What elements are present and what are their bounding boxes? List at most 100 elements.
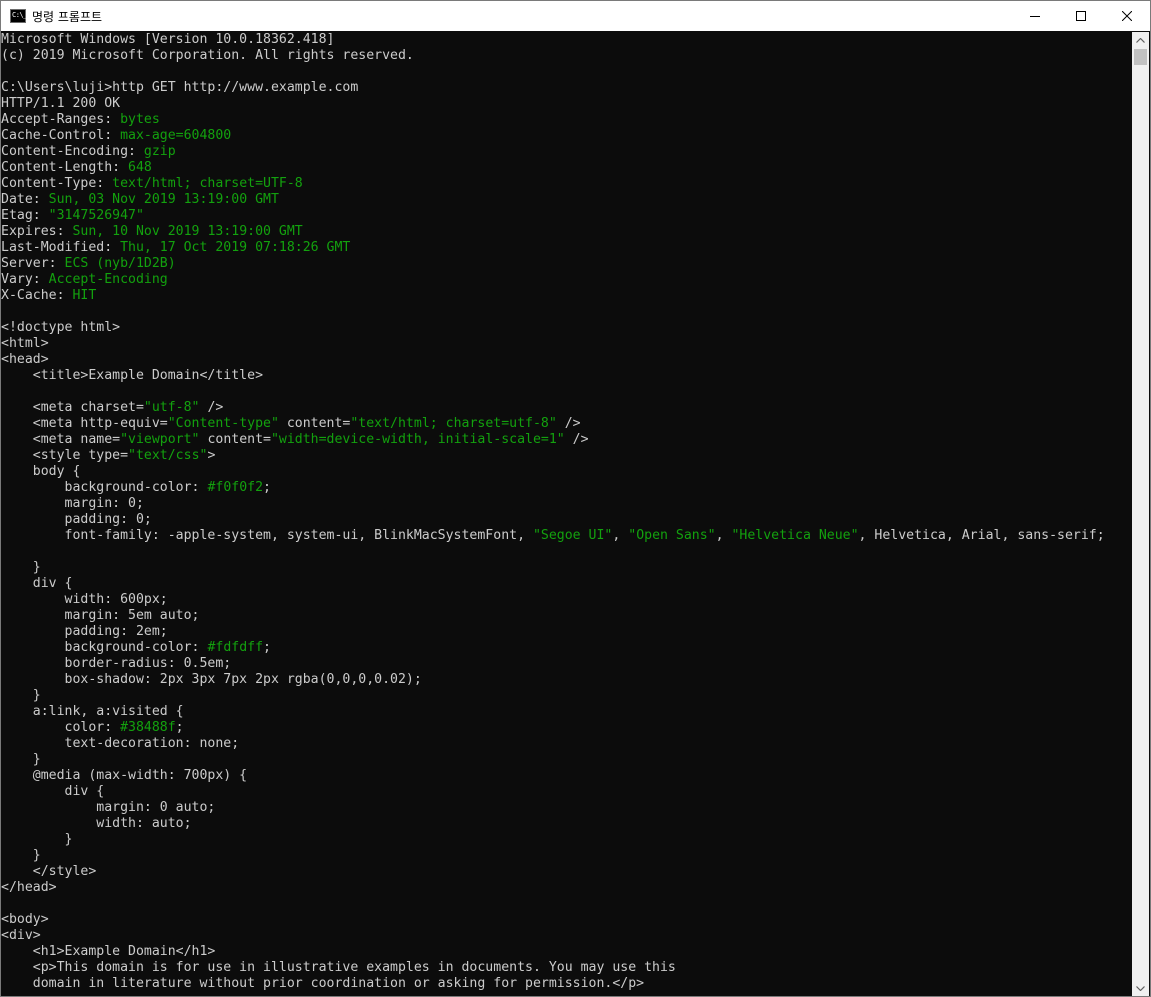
console-line: <body> bbox=[1, 912, 1133, 928]
scroll-up-button[interactable] bbox=[1132, 32, 1149, 49]
console-text: Cache-Control: bbox=[1, 128, 121, 143]
scroll-up-arrow-icon bbox=[1136, 38, 1145, 43]
console-text: } bbox=[1, 832, 73, 847]
console-text: </head> bbox=[1, 880, 57, 895]
console-line: </head> bbox=[1, 880, 1133, 896]
console-line: Etag: "3147526947" bbox=[1, 208, 1133, 224]
console-text: Server: bbox=[1, 256, 65, 271]
console-value-text: HIT bbox=[72, 288, 97, 303]
console-line: width: 600px; bbox=[1, 592, 1133, 608]
console-line: width: auto; bbox=[1, 816, 1133, 832]
console-text: } bbox=[1, 848, 41, 863]
console-line: <meta charset="utf-8" /> bbox=[1, 400, 1133, 416]
console-line: margin: 5em auto; bbox=[1, 608, 1133, 624]
console-text: text-decoration: none; bbox=[1, 736, 240, 751]
console-value-text: bytes bbox=[120, 112, 160, 127]
console-line: margin: 0; bbox=[1, 496, 1133, 512]
console-value-text: "text/css" bbox=[128, 448, 208, 463]
console-line: } bbox=[1, 832, 1133, 848]
minimize-button[interactable] bbox=[1012, 1, 1058, 31]
console-text: <html> bbox=[1, 336, 49, 351]
console-line: <meta name="viewport" content="width=dev… bbox=[1, 432, 1133, 448]
console-line: } bbox=[1, 688, 1133, 704]
console-text: padding: 2em; bbox=[1, 624, 168, 639]
console-line: <title>Example Domain</title> bbox=[1, 368, 1133, 384]
console-value-text: ECS (nyb/1D2B) bbox=[64, 256, 176, 271]
console-value-text: gzip bbox=[143, 144, 176, 159]
console-text: <h1>Example Domain</h1> bbox=[1, 944, 216, 959]
console-line: color: #38488f; bbox=[1, 720, 1133, 736]
console-text: , Helvetica, Arial, sans-serif; bbox=[858, 528, 1105, 543]
console-line: background-color: #fdfdff; bbox=[1, 640, 1133, 656]
console-line: <p>This domain is for use in illustrativ… bbox=[1, 960, 1133, 976]
console-value-text: "viewport" bbox=[120, 432, 200, 447]
vertical-scrollbar[interactable] bbox=[1132, 32, 1149, 996]
console-line: Cache-Control: max-age=604800 bbox=[1, 128, 1133, 144]
console-text: margin: 0; bbox=[1, 496, 144, 511]
console-text: </style> bbox=[1, 864, 97, 879]
close-button[interactable] bbox=[1104, 1, 1150, 31]
console-text: } bbox=[1, 688, 41, 703]
console-text: <!doctype html> bbox=[1, 320, 121, 335]
console-line: <!doctype html> bbox=[1, 320, 1133, 336]
console-text: X-Cache: bbox=[1, 288, 73, 303]
console-text: <meta charset= bbox=[1, 400, 144, 415]
scrollbar-thumb[interactable] bbox=[1134, 49, 1147, 65]
cmd-window: C:\_ 명령 프롬프트 Microsoft Windows [Version … bbox=[0, 0, 1151, 997]
console-text: } bbox=[1, 560, 41, 575]
console-text: Last-Modified: bbox=[1, 240, 121, 255]
console-text: div { bbox=[1, 576, 73, 591]
cmd-icon[interactable]: C:\_ bbox=[10, 9, 27, 23]
console-text: <meta http-equiv= bbox=[1, 416, 168, 431]
console-text: content= bbox=[278, 416, 351, 431]
console-text: content= bbox=[199, 432, 271, 447]
console-text: border-radius: 0.5em; bbox=[1, 656, 232, 671]
console-text: Vary: bbox=[1, 272, 49, 287]
console-text: a:link, a:visited { bbox=[1, 704, 184, 719]
console-text: /> bbox=[564, 432, 589, 447]
console-text: ; bbox=[263, 480, 271, 495]
console-line: margin: 0 auto; bbox=[1, 800, 1133, 816]
console-line: } bbox=[1, 560, 1133, 576]
console-line: <style type="text/css"> bbox=[1, 448, 1133, 464]
console-text: domain in literature without prior coord… bbox=[1, 976, 645, 991]
console-line: Last-Modified: Thu, 17 Oct 2019 07:18:26… bbox=[1, 240, 1133, 256]
maximize-button[interactable] bbox=[1058, 1, 1104, 31]
console-text: Etag: bbox=[1, 208, 49, 223]
console-line: @media (max-width: 700px) { bbox=[1, 768, 1133, 784]
console-text: @media (max-width: 700px) { bbox=[1, 768, 248, 783]
console-line: Expires: Sun, 10 Nov 2019 13:19:00 GMT bbox=[1, 224, 1133, 240]
console-line: padding: 2em; bbox=[1, 624, 1133, 640]
console-line: (c) 2019 Microsoft Corporation. All righ… bbox=[1, 48, 1133, 64]
scroll-down-button[interactable] bbox=[1132, 980, 1149, 996]
console-line: a:link, a:visited { bbox=[1, 704, 1133, 720]
title-bar[interactable]: C:\_ 명령 프롬프트 bbox=[1, 1, 1150, 31]
console-line: body { bbox=[1, 464, 1133, 480]
console-line: } bbox=[1, 848, 1133, 864]
console-line: padding: 0; bbox=[1, 512, 1133, 528]
window-title: 명령 프롬프트 bbox=[32, 9, 103, 24]
console-text: margin: 0 auto; bbox=[1, 800, 216, 815]
console-text: <head> bbox=[1, 352, 49, 367]
minimize-icon bbox=[1030, 16, 1040, 17]
console-value-text: max-age=604800 bbox=[120, 128, 232, 143]
console-value-text: "utf-8" bbox=[143, 400, 200, 415]
console-text: Expires: bbox=[1, 224, 73, 239]
console-text: (c) 2019 Microsoft Corporation. All righ… bbox=[1, 48, 414, 63]
console-line: Content-Length: 648 bbox=[1, 160, 1133, 176]
console-value-text: "Content-type" bbox=[167, 416, 279, 431]
console-output[interactable]: Microsoft Windows [Version 10.0.18362.41… bbox=[1, 32, 1133, 996]
console-value-text: "width=device-width, initial-scale=1" bbox=[270, 432, 565, 447]
console-text: /> bbox=[556, 416, 581, 431]
close-icon bbox=[1122, 11, 1132, 21]
console-text: box-shadow: 2px 3px 7px 2px rgba(0,0,0,0… bbox=[1, 672, 422, 687]
console-text: <style type= bbox=[1, 448, 129, 463]
console-line: C:\Users\luji>http GET http://www.exampl… bbox=[1, 80, 1133, 96]
console-line: <div> bbox=[1, 928, 1133, 944]
console-text: Content-Length: bbox=[1, 160, 129, 175]
console-line: background-color: #f0f0f2; bbox=[1, 480, 1133, 496]
console-value-text: 648 bbox=[128, 160, 152, 175]
